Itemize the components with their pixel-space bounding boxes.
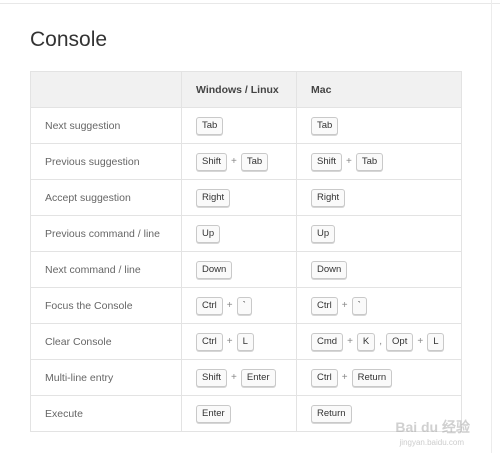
key-badge: Down xyxy=(311,260,348,279)
watermark-logo: Bai du 经验 xyxy=(395,419,470,435)
table-header-row: Windows / Linux Mac xyxy=(30,71,462,108)
action-label: Next command / line xyxy=(30,251,182,288)
key-badge: Up xyxy=(311,224,336,243)
mac-shortcut-cell: Shift + Tab xyxy=(296,143,462,180)
action-label: Multi-line entry xyxy=(30,359,182,396)
comma-separator: , xyxy=(379,335,383,347)
windows-shortcut-cell: Tab xyxy=(181,107,297,144)
key-badge: Tab xyxy=(355,152,384,171)
table-row: Accept suggestion Right Right xyxy=(30,179,462,216)
plus-separator: + xyxy=(341,371,348,383)
plus-separator: + xyxy=(417,335,424,347)
mac-shortcut-cell: Up xyxy=(296,215,462,252)
windows-shortcut-cell: Up xyxy=(181,215,297,252)
windows-shortcut-cell: Shift + Enter xyxy=(181,359,297,396)
plus-separator: + xyxy=(226,299,233,311)
key-badge: Tab xyxy=(240,152,269,171)
plus-separator: + xyxy=(231,155,237,167)
key-badge: Right xyxy=(196,188,231,207)
key-badge: Enter xyxy=(240,368,276,387)
key-badge: Ctrl xyxy=(196,332,223,351)
table-row: Clear Console Ctrl + L Cmd + K, Opt + L xyxy=(30,323,462,360)
shortcuts-table: Windows / Linux Mac Next suggestion Tab Ta… xyxy=(30,71,462,432)
mac-shortcut-cell: Ctrl + Return xyxy=(296,359,462,396)
table-row: Multi-line entry Shift + Enter Ctrl + Return xyxy=(30,359,462,396)
table-row: Previous command / line Up Up xyxy=(30,215,462,252)
plus-separator: + xyxy=(347,335,353,347)
windows-shortcut-cell: Right xyxy=(181,179,297,216)
plus-separator: + xyxy=(341,299,348,311)
key-badge: Enter xyxy=(196,404,231,423)
action-label: Previous command / line xyxy=(30,215,182,252)
right-edge-divider xyxy=(491,0,492,453)
plus-separator: + xyxy=(226,335,233,347)
key-badge: Return xyxy=(311,404,352,423)
action-label: Accept suggestion xyxy=(30,179,182,216)
plus-separator: + xyxy=(346,155,352,167)
action-label: Previous suggestion xyxy=(30,143,182,180)
header-mac: Mac xyxy=(296,71,462,108)
key-badge: L xyxy=(427,332,445,351)
top-border xyxy=(0,0,500,4)
key-badge: Down xyxy=(196,260,233,279)
key-badge: Tab xyxy=(196,116,224,135)
key-badge: Right xyxy=(311,188,346,207)
windows-shortcut-cell: Down xyxy=(181,251,297,288)
action-label: Focus the Console xyxy=(30,287,182,324)
windows-shortcut-cell: Shift + Tab xyxy=(181,143,297,180)
key-badge: L xyxy=(236,332,254,351)
plus-separator: + xyxy=(231,371,237,383)
header-windows-linux: Windows / Linux xyxy=(181,71,297,108)
key-badge: ` xyxy=(236,296,252,315)
key-badge: Ctrl xyxy=(196,296,223,315)
key-badge: Return xyxy=(351,368,393,387)
key-badge: Tab xyxy=(311,116,339,135)
key-badge: Shift xyxy=(311,152,343,171)
key-badge: Ctrl xyxy=(311,296,338,315)
page-title: Console xyxy=(30,28,108,51)
mac-shortcut-cell: Down xyxy=(296,251,462,288)
windows-shortcut-cell: Enter xyxy=(181,395,297,432)
key-badge: Up xyxy=(196,224,221,243)
header-action xyxy=(30,71,182,108)
table-row: Next suggestion Tab Tab xyxy=(30,107,462,144)
key-badge: Ctrl xyxy=(311,368,338,387)
key-badge: Shift xyxy=(196,152,228,171)
mac-shortcut-cell: Ctrl + ` xyxy=(296,287,462,324)
watermark-url: jingyan.baidu.com xyxy=(399,438,464,447)
table-row: Next command / line Down Down xyxy=(30,251,462,288)
key-badge: Cmd xyxy=(311,332,344,351)
mac-shortcut-cell: Right xyxy=(296,179,462,216)
key-badge: Shift xyxy=(196,368,228,387)
action-label: Execute xyxy=(30,395,182,432)
table-row: Previous suggestion Shift + Tab Shift + Tab xyxy=(30,143,462,180)
action-label: Next suggestion xyxy=(30,107,182,144)
mac-shortcut-cell: Cmd + K, Opt + L xyxy=(296,323,462,360)
mac-shortcut-cell: Tab xyxy=(296,107,462,144)
windows-shortcut-cell: Ctrl + L xyxy=(181,323,297,360)
action-label: Clear Console xyxy=(30,323,182,360)
key-badge: Opt xyxy=(386,332,414,351)
key-badge: K xyxy=(356,332,376,351)
windows-shortcut-cell: Ctrl + ` xyxy=(181,287,297,324)
table-row: Focus the Console Ctrl + ` Ctrl + ` xyxy=(30,287,462,324)
key-badge: ` xyxy=(351,296,367,315)
